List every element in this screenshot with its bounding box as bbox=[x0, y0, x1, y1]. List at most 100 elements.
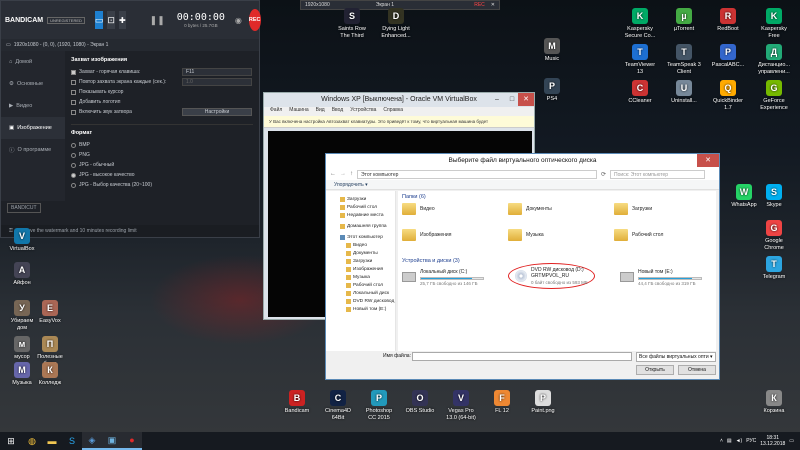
screen-mode-button[interactable]: ▭ bbox=[94, 11, 104, 29]
checkbox[interactable] bbox=[71, 109, 76, 115]
taskbar-explorer[interactable]: ▬ bbox=[42, 432, 62, 450]
desktop-icon-chrome[interactable]: G Google Chrome bbox=[752, 220, 796, 251]
tree-item[interactable]: Недавние места bbox=[326, 211, 395, 219]
folder-item[interactable]: Музыка bbox=[508, 229, 544, 241]
forward-icon[interactable]: → bbox=[340, 171, 346, 177]
folder-item[interactable]: Загрузки bbox=[614, 203, 652, 215]
tree-item[interactable]: Домашняя группа bbox=[326, 222, 395, 230]
desktop-icon-saints row the third[interactable]: S Saints Row The Third bbox=[330, 8, 374, 39]
folder-item[interactable]: Рабочий стол bbox=[614, 229, 663, 241]
desktop-icon-obs[interactable]: O OBS Studio bbox=[398, 390, 442, 415]
dialog-titlebar[interactable]: Выберите файл виртуального оптического д… bbox=[326, 154, 719, 168]
sidebar-item-home[interactable]: ⌂ Домой bbox=[1, 51, 65, 73]
vbox-titlebar[interactable]: Windows XP [Выключена] - Oracle VM Virtu… bbox=[264, 93, 534, 107]
rec-button[interactable]: REC bbox=[248, 9, 261, 31]
desktop-icon-telegram[interactable]: T Telegram bbox=[752, 256, 796, 281]
taskbar-chrome[interactable]: ◍ bbox=[22, 432, 42, 450]
desktop-icon-bandicam[interactable]: B Bandicam bbox=[275, 390, 319, 415]
taskbar-virtualbox[interactable]: ◈ bbox=[82, 432, 102, 450]
tree-item[interactable]: Документы bbox=[326, 249, 395, 257]
tree-item[interactable]: Видео bbox=[326, 241, 395, 249]
desktop-icon-skype[interactable]: S Skype bbox=[752, 184, 796, 209]
drive-d[interactable]: DVD RW дисковод (D:) GRTMPVOL_RU 0 байт св… bbox=[508, 263, 595, 289]
volume-icon[interactable]: ◄) bbox=[736, 438, 743, 444]
organize-button[interactable]: Упорядочить bbox=[334, 182, 364, 188]
close-icon[interactable]: ✕ bbox=[491, 2, 495, 8]
gamepad-mode-button[interactable]: ✚ bbox=[118, 11, 126, 29]
format-png[interactable]: PNG bbox=[71, 150, 253, 160]
drive-c[interactable]: Локальный диск (C:) 25,7 ГБ свободно из 1… bbox=[402, 269, 484, 286]
taskbar-bandicam[interactable]: ● bbox=[122, 432, 142, 450]
add-logo-option[interactable]: Добавить логотип bbox=[71, 97, 253, 107]
desktop-icon-teamspeak[interactable]: T TeamSpeak 3 Client bbox=[662, 44, 706, 75]
tree-item[interactable]: Музыка bbox=[326, 273, 395, 281]
pause-icon[interactable]: ❚❚ bbox=[150, 15, 165, 26]
checkbox[interactable] bbox=[71, 89, 76, 95]
tree-item[interactable]: Загрузки bbox=[326, 257, 395, 265]
desktop-icon-ccleaner[interactable]: C CCleaner bbox=[618, 80, 662, 105]
folder-item[interactable]: Документы bbox=[508, 203, 552, 215]
sidebar-item-video[interactable]: ▶ Видео bbox=[1, 95, 65, 117]
menu-help[interactable]: Справка bbox=[383, 107, 403, 116]
tree-item[interactable]: Новый том (E:) bbox=[326, 305, 395, 313]
address-field[interactable]: Этот компьютер bbox=[357, 169, 597, 179]
up-icon[interactable]: ↑ bbox=[350, 171, 353, 177]
show-cursor-option[interactable]: Показывать курсор bbox=[71, 87, 253, 97]
tree-item[interactable]: Этот компьютер bbox=[326, 233, 395, 241]
fullscreen-mode-button[interactable]: ⊡ bbox=[107, 11, 115, 29]
tree-item[interactable]: Рабочий стол bbox=[326, 281, 395, 289]
desktop-icon-aifon[interactable]: А Айфон bbox=[0, 262, 44, 287]
drive-e[interactable]: Новый том (E:) 44,4 ГБ свободно из 319 ГБ bbox=[620, 269, 702, 286]
desktop-icon-vegaspro[interactable]: V Vegas Pro 13.0 (64-bit) bbox=[439, 390, 483, 421]
desktop-icon-virtualbox[interactable]: V VirtualBox bbox=[0, 228, 44, 253]
cancel-button[interactable]: Отмена bbox=[678, 365, 716, 375]
desktop-icon-pascalabc[interactable]: P PascalABC... bbox=[706, 44, 750, 69]
radio-selected[interactable] bbox=[71, 172, 76, 178]
desktop-icon-distance[interactable]: Д Дистанцио... управлени... bbox=[752, 44, 796, 75]
desktop-icon-cinema4d[interactable]: C Cinema4D 64Bit bbox=[316, 390, 360, 421]
tree-item[interactable]: DVD RW дисковод bbox=[326, 297, 395, 305]
sidebar-item-general[interactable]: ⚙ Основные bbox=[1, 73, 65, 95]
capture-area-bar[interactable]: ▭ 1920x1080 - (0, 0), (1920, 1080) - Экр… bbox=[1, 39, 259, 51]
start-button[interactable]: ⊞ bbox=[0, 432, 22, 450]
language-indicator[interactable]: РУС bbox=[746, 438, 756, 444]
repeat-field[interactable]: 1.0 bbox=[182, 78, 252, 86]
desktop-icon-ps4[interactable]: P PS4 bbox=[530, 78, 574, 103]
tree-item[interactable]: Рабочий стол bbox=[326, 203, 395, 211]
checkbox[interactable] bbox=[71, 99, 76, 105]
maximize-icon[interactable]: □ bbox=[505, 93, 519, 106]
format-jpg-high[interactable]: JPG - высокое качество bbox=[71, 170, 253, 180]
search-input[interactable]: Поиск: Этот компьютер bbox=[610, 169, 706, 179]
refresh-icon[interactable]: ⟳ bbox=[601, 171, 606, 178]
desktop-icon-photoshop[interactable]: P Photoshop CC 2015 bbox=[357, 390, 401, 421]
chevron-up-icon[interactable]: ˄ bbox=[720, 438, 723, 444]
radio[interactable] bbox=[71, 142, 76, 148]
settings-button[interactable]: Настройки bbox=[182, 108, 252, 116]
format-bmp[interactable]: BMP bbox=[71, 140, 253, 150]
folder-item[interactable]: Видео bbox=[402, 203, 435, 215]
taskbar-vm[interactable]: ▣ bbox=[102, 432, 122, 450]
menu-input[interactable]: Ввод bbox=[332, 107, 344, 116]
menu-devices[interactable]: Устройства bbox=[350, 107, 376, 116]
hotkey-field[interactable]: F11 bbox=[182, 68, 252, 76]
tree-item[interactable]: Изображения bbox=[326, 265, 395, 273]
desktop-icon-uninstall[interactable]: U Uninstall... bbox=[662, 80, 706, 105]
menu-machine[interactable]: Машина bbox=[289, 107, 308, 116]
checkbox[interactable] bbox=[71, 79, 76, 85]
drives-header[interactable]: Устройства и диски (3) bbox=[402, 258, 460, 267]
desktop-icon-teamviewer[interactable]: T TeamViewer 13 bbox=[618, 44, 662, 75]
desktop-icon-utorrent[interactable]: µ µTorrent bbox=[662, 8, 706, 33]
checkbox[interactable] bbox=[71, 69, 76, 75]
repeat-option[interactable]: Повтор захвата экрана каждые (сек.): 1.0 bbox=[71, 77, 253, 87]
minimize-icon[interactable]: – bbox=[490, 93, 504, 106]
desktop-icon-redboot[interactable]: R RedBoot bbox=[706, 8, 750, 33]
open-button[interactable]: Открыть bbox=[636, 365, 674, 375]
sidebar-item-image[interactable]: ▣ Изображение bbox=[1, 117, 65, 139]
desktop-icon-college[interactable]: К Колледж bbox=[28, 362, 72, 387]
clock[interactable]: 18:31 13.12.2018 bbox=[760, 435, 785, 447]
desktop-icon-trash[interactable]: К Корзина bbox=[752, 390, 796, 415]
desktop-icon-quickbinder[interactable]: Q QuickBinder 1.7 bbox=[706, 80, 750, 111]
recbar-rec[interactable]: REC bbox=[474, 2, 485, 8]
desktop-icon-kasperskyfree[interactable]: K Kaspersky Free bbox=[752, 8, 796, 39]
menu-view[interactable]: Вид bbox=[316, 107, 325, 116]
